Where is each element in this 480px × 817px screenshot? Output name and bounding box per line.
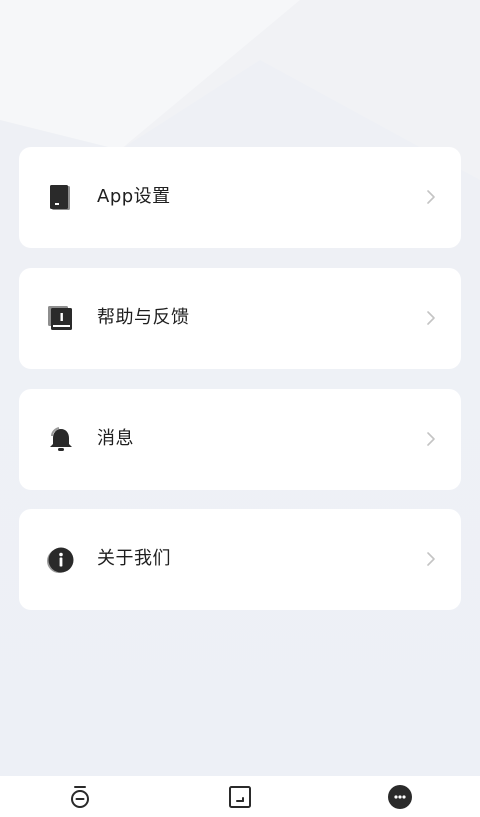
more-dots-icon	[388, 784, 412, 809]
chevron-right-icon	[425, 429, 437, 449]
book-icon	[47, 184, 75, 212]
menu-item-label: 帮助与反馈	[97, 307, 190, 328]
tab-timer[interactable]	[0, 776, 160, 817]
bell-icon	[47, 426, 75, 454]
menu-item-label: 关于我们	[97, 548, 171, 569]
status-bar	[0, 0, 480, 6]
info-icon	[47, 546, 75, 574]
menu-item-app-settings[interactable]: App设置	[19, 147, 461, 248]
picture-frame-icon	[229, 785, 251, 808]
tab-picture[interactable]	[160, 776, 320, 817]
menu-item-about-us[interactable]: 关于我们	[19, 509, 461, 610]
menu-item-label: App设置	[97, 186, 171, 207]
menu-item-messages[interactable]: 消息	[19, 389, 461, 490]
chevron-right-icon	[425, 187, 437, 207]
timer-icon	[71, 785, 89, 808]
menu-item-label: 消息	[97, 428, 134, 449]
tab-more[interactable]	[320, 776, 480, 817]
menu-item-help-feedback[interactable]: 帮助与反馈	[19, 268, 461, 369]
bottom-tab-bar	[0, 776, 480, 817]
help-book-icon	[47, 305, 75, 333]
chevron-right-icon	[425, 549, 437, 569]
chevron-right-icon	[425, 308, 437, 328]
